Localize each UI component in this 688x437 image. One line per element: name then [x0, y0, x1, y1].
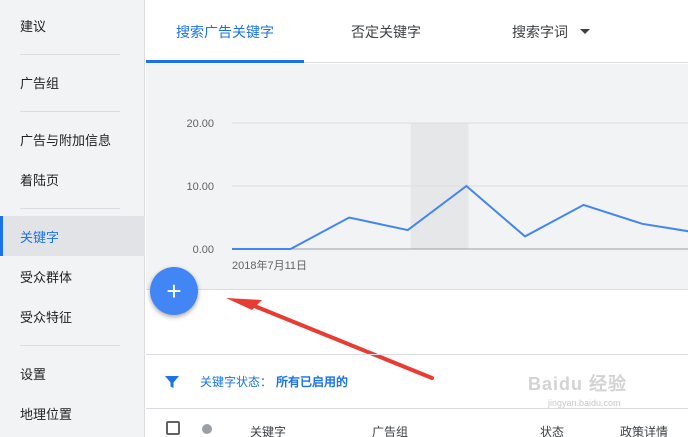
add-keyword-button[interactable]: + [150, 267, 198, 315]
sidebar-item-demographics[interactable]: 受众特征 [0, 296, 145, 336]
tab-bar: 搜索广告关键字 否定关键字 搜索字词 [146, 0, 688, 63]
sidebar-item-locations[interactable]: 地理位置 [0, 393, 145, 433]
tab-label: 搜索字词 [512, 23, 568, 40]
tab-label: 否定关键字 [351, 23, 421, 40]
sidebar-item-suggestions[interactable]: 建议 [0, 5, 145, 45]
sidebar-item-label: 广告与附加信息 [20, 132, 112, 148]
y-tick-label: 10.00 [186, 181, 214, 193]
active-tab-indicator [146, 60, 304, 63]
sidebar-item-label: 建议 [20, 18, 47, 34]
tab-search-keywords[interactable]: 搜索广告关键字 [146, 0, 304, 63]
filter-value[interactable]: 所有已启用的 [276, 373, 348, 390]
filter-icon[interactable] [164, 374, 180, 390]
sidebar-divider [20, 208, 120, 209]
sidebar-divider [20, 111, 120, 112]
plus-icon: + [166, 276, 182, 306]
sidebar-divider [20, 345, 120, 346]
column-header-ad-group[interactable]: 广告组 [372, 423, 408, 437]
tab-search-terms[interactable]: 搜索字词 [496, 0, 606, 63]
sidebar-nav: 建议 广告组 广告与附加信息 着陆页 关键字 受众群体 受众特征 设置 地理位置 [0, 0, 145, 437]
sidebar-item-ads-extensions[interactable]: 广告与附加信息 [0, 119, 145, 159]
sidebar-item-label: 设置 [20, 366, 47, 382]
y-tick-label: 0.00 [193, 244, 214, 256]
y-tick-label: 20.00 [186, 118, 214, 130]
sidebar-item-label: 着陆页 [20, 172, 60, 188]
app-root: 建议 广告组 广告与附加信息 着陆页 关键字 受众群体 受众特征 设置 地理位置 [0, 0, 688, 437]
sidebar-item-label: 受众特征 [20, 309, 73, 325]
sidebar-item-settings[interactable]: 设置 [0, 353, 145, 393]
x-tick-label: 2018年7月11日 [232, 258, 307, 272]
filter-label: 关键字状态： [200, 375, 273, 389]
column-header-policy-details[interactable]: 政策详情 [620, 423, 668, 437]
sidebar-item-landing-pages[interactable]: 着陆页 [0, 159, 145, 199]
sidebar-item-label: 广告组 [20, 75, 60, 91]
watermark-url: jingyan.baidu.com [548, 398, 621, 408]
sidebar-item-audiences[interactable]: 受众群体 [0, 256, 145, 296]
sidebar-item-keywords[interactable]: 关键字 [0, 216, 145, 256]
column-header-status[interactable]: 状态 [540, 423, 564, 437]
line-chart: 20.00 10.00 0.00 2018年7月11日 [186, 118, 688, 272]
sidebar-item-label: 受众群体 [20, 269, 73, 285]
performance-chart: 20.00 10.00 0.00 2018年7月11日 [146, 64, 688, 290]
sidebar-divider [20, 54, 120, 55]
sidebar-item-label: 地理位置 [20, 406, 73, 422]
column-header-keyword[interactable]: 关键字 [250, 423, 286, 437]
chevron-down-icon[interactable] [580, 29, 590, 34]
tab-label: 搜索广告关键字 [176, 23, 274, 40]
tab-negative-keywords[interactable]: 否定关键字 [326, 0, 446, 63]
status-dot-icon [202, 424, 212, 434]
table-header: 关键字 广告组 状态 政策详情 [146, 408, 688, 437]
watermark: Baidu 经验 [528, 374, 628, 394]
select-all-checkbox[interactable] [166, 421, 180, 435]
sidebar-item-ad-groups[interactable]: 广告组 [0, 62, 145, 102]
sidebar-item-label: 关键字 [20, 229, 60, 245]
